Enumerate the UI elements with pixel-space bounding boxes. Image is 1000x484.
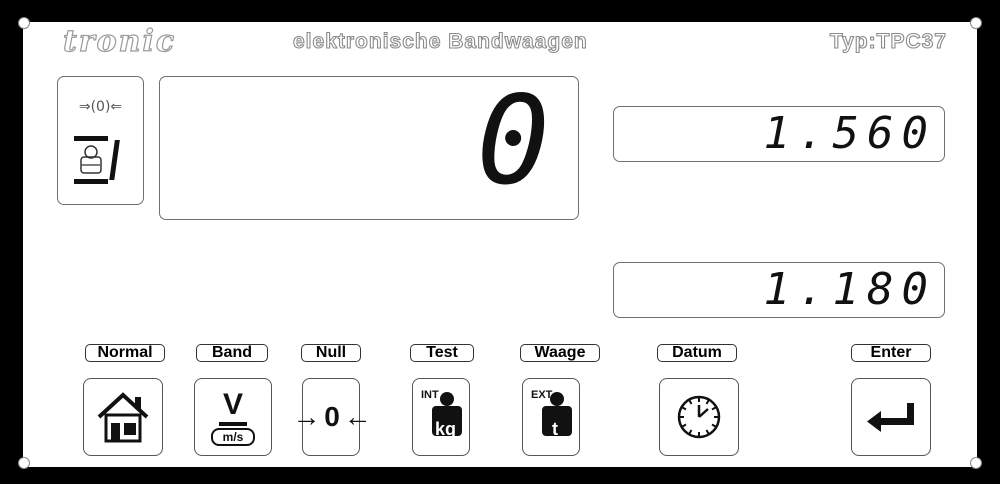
corner-circle: [18, 17, 30, 29]
test-button[interactable]: INT kg: [412, 378, 470, 456]
clock-icon: [677, 395, 721, 439]
main-display-value: 0: [476, 70, 558, 212]
model-type: Typ:TPC37: [829, 29, 947, 53]
key-label-normal: Normal: [85, 344, 165, 362]
upper-right-display: 1.560: [613, 106, 945, 162]
zero-indicator-box: ⇒(0)⇐: [57, 76, 144, 205]
belt-speed-unit: m/s: [210, 428, 256, 446]
key-label-test: Test: [410, 344, 474, 362]
corner-circle: [970, 17, 982, 29]
brand-logo: tronic: [62, 23, 177, 59]
key-label-null: Null: [301, 344, 361, 362]
key-label-enter: Enter: [851, 344, 931, 362]
datum-button[interactable]: [659, 378, 739, 456]
key-label-band: Band: [196, 344, 268, 362]
home-icon: [97, 392, 149, 443]
lower-right-display: 1.180: [613, 262, 945, 318]
weight-int-unit: kg: [435, 419, 457, 439]
band-button[interactable]: V m/s: [194, 378, 272, 456]
lower-right-display-value: 1.180: [763, 264, 936, 315]
null-button[interactable]: → 0 ←: [292, 378, 372, 456]
zero-indicator-symbol: ⇒(0)⇐: [78, 99, 123, 115]
enter-button[interactable]: [851, 378, 931, 456]
enter-icon: [867, 403, 914, 432]
scale-control-panel: tronic elektronische Bandwaagen Typ:TPC3…: [23, 22, 977, 467]
corner-circle: [18, 457, 30, 469]
key-label-datum: Datum: [657, 344, 737, 362]
key-label-waage: Waage: [520, 344, 600, 362]
zero-icon: → 0 ←: [292, 401, 371, 432]
weight-stable-icon: [74, 136, 120, 184]
corner-circle: [970, 457, 982, 469]
normal-button[interactable]: [83, 378, 163, 456]
waage-button[interactable]: EXT t: [522, 378, 580, 456]
weight-ext-unit: t: [552, 419, 558, 439]
panel-subtitle: elektronische Bandwaagen: [292, 29, 588, 53]
upper-right-display-value: 1.560: [763, 108, 936, 159]
belt-speed-icon: V: [219, 388, 247, 426]
main-display: 0: [159, 71, 579, 220]
